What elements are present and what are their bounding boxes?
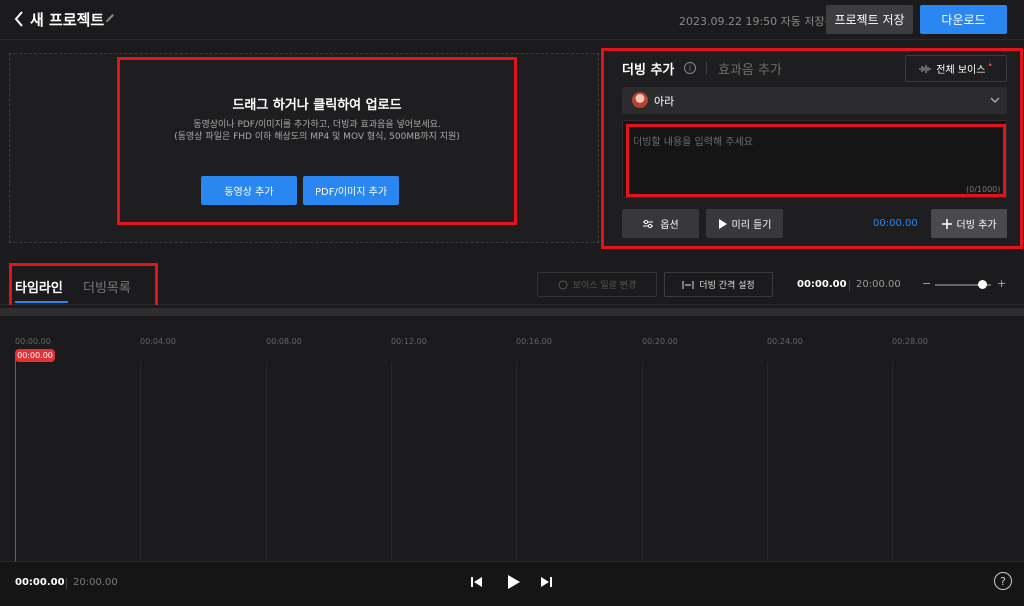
- ruler-tick-label: 00:28.00: [892, 337, 928, 346]
- upload-file-spec: (동영상 파일은 FHD 이하 해상도의 MP4 및 MOV 형식, 500MB…: [174, 132, 460, 142]
- dubbing-interval-button[interactable]: 더빙 간격 설정: [664, 272, 773, 297]
- back-arrow-icon[interactable]: [13, 10, 25, 28]
- voice-change-icon: [558, 280, 568, 289]
- bulk-voice-change-button[interactable]: 보이스 일괄 변경: [537, 272, 657, 297]
- zoom-out-button[interactable]: −: [922, 277, 931, 290]
- player-total-time: 20:00.00: [73, 577, 118, 588]
- timeline-total-time: 20:00.00: [856, 279, 901, 290]
- option-label: 옵션: [660, 220, 679, 231]
- tab-add-dubbing[interactable]: 더빙 추가: [622, 59, 674, 78]
- all-voices-button[interactable]: 전체 보이스 •: [905, 55, 1007, 82]
- skip-back-icon[interactable]: [470, 575, 484, 589]
- add-pdf-image-button[interactable]: PDF/이미지 추가: [303, 176, 399, 205]
- ruler-tick-label: 00:20.00: [642, 337, 678, 346]
- play-icon: [718, 218, 727, 229]
- info-icon[interactable]: i: [684, 62, 696, 74]
- waveform-icon: [919, 64, 931, 73]
- new-dot-icon: •: [987, 60, 993, 71]
- ruler-tick-label: 00:04.00: [140, 337, 176, 346]
- tab-timeline[interactable]: 타임라인: [15, 277, 63, 296]
- interval-icon: [682, 280, 694, 289]
- plus-icon: [941, 218, 952, 229]
- script-placeholder: 더빙할 내용을 입력해 주세요: [633, 137, 753, 148]
- ruler-tick-label: 00:16.00: [516, 337, 552, 346]
- ruler-tick-label: 00:00.00: [15, 337, 51, 346]
- add-dubbing-button[interactable]: 더빙 추가: [931, 209, 1007, 238]
- grid-line: [892, 362, 893, 561]
- play-icon[interactable]: [505, 574, 521, 590]
- playhead-line[interactable]: [15, 355, 16, 561]
- option-button[interactable]: 옵션: [622, 209, 699, 238]
- dubbing-interval-label: 더빙 간격 설정: [699, 281, 755, 291]
- help-icon[interactable]: ?: [994, 572, 1012, 590]
- playhead-time-label[interactable]: 00:00.00: [15, 349, 55, 362]
- save-project-button[interactable]: 프로젝트 저장: [826, 5, 913, 34]
- voice-name: 아라: [654, 95, 675, 108]
- zoom-in-button[interactable]: +: [997, 277, 1006, 290]
- active-tab-underline: [15, 301, 68, 303]
- tab-divider: [706, 62, 707, 74]
- grid-line: [642, 362, 643, 561]
- bulk-voice-change-label: 보이스 일괄 변경: [572, 281, 637, 291]
- upload-title: 드래그 하거나 클릭하여 업로드: [232, 98, 402, 113]
- grid-line: [391, 362, 392, 561]
- ruler-tick-label: 00:08.00: [266, 337, 302, 346]
- all-voices-label: 전체 보이스: [936, 65, 986, 76]
- preview-label: 미리 듣기: [731, 220, 772, 231]
- sliders-icon: [643, 219, 654, 228]
- grid-line: [767, 362, 768, 561]
- timeline-current-time: 00:00.00: [797, 279, 847, 290]
- character-count: (0/1000): [966, 185, 1001, 194]
- player-current-time: 00:00.00: [15, 577, 65, 588]
- voice-select[interactable]: [622, 87, 1007, 114]
- grid-line: [140, 362, 141, 561]
- dubbing-time: 00:00.00: [873, 218, 918, 229]
- project-title[interactable]: 새 프로젝트: [30, 9, 104, 30]
- download-button[interactable]: 다운로드: [920, 5, 1007, 34]
- time-divider: [66, 578, 67, 589]
- timeline-scrollbar[interactable]: [0, 308, 1024, 316]
- add-dubbing-label: 더빙 추가: [956, 220, 997, 231]
- add-video-button[interactable]: 동영상 추가: [201, 176, 297, 205]
- autosave-status: 2023.09.22 19:50 자동 저장됨: [679, 15, 835, 28]
- ruler-tick-label: 00:12.00: [391, 337, 427, 346]
- pencil-icon[interactable]: [104, 12, 116, 24]
- skip-forward-icon[interactable]: [539, 575, 553, 589]
- grid-line: [516, 362, 517, 561]
- grid-line: [266, 362, 267, 561]
- tab-dubbing-list[interactable]: 더빙목록: [83, 277, 131, 296]
- time-divider: [849, 280, 850, 291]
- preview-button[interactable]: 미리 듣기: [706, 209, 783, 238]
- ruler-tick-label: 00:24.00: [767, 337, 803, 346]
- chevron-down-icon[interactable]: [990, 96, 1000, 104]
- voice-avatar: [632, 92, 648, 108]
- tab-add-sound-effect[interactable]: 효과음 추가: [718, 59, 782, 78]
